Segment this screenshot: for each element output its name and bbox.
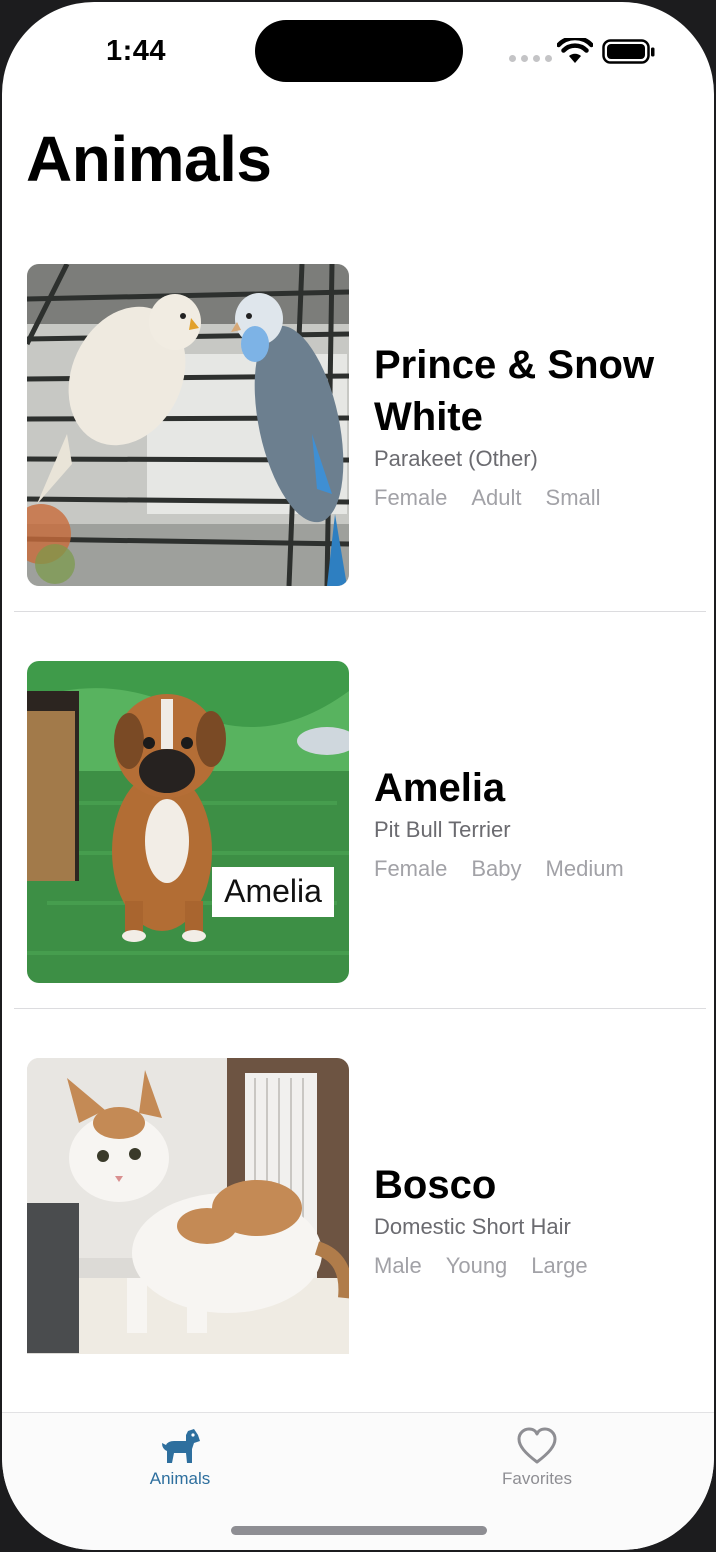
animal-gender: Female [374,856,448,881]
wifi-icon [557,38,593,63]
row-divider [14,611,706,612]
tab-favorites-label: Favorites [502,1469,572,1488]
animal-photo: Amelia [27,661,349,983]
animal-list-item[interactable]: Prince & Snow White Parakeet (Other) Fem… [2,262,714,659]
puppy-photo: Amelia [27,661,349,983]
animal-photo [27,264,349,586]
animal-breed: Domestic Short Hair [374,1214,571,1239]
home-indicator[interactable] [231,1526,487,1535]
animal-breed: Parakeet (Other) [374,446,538,471]
battery-icon [602,39,655,64]
animal-name: Prince & Snow White [374,343,655,439]
animal-tags: Female Baby Medium [374,856,694,882]
animal-age: Young [445,1253,508,1278]
animal-list-item[interactable]: Amelia Amelia Pit Bull Terrier Female Ba… [2,659,714,1056]
animal-name: Amelia [374,766,506,810]
animal-info: Prince & Snow White Parakeet (Other) Fem… [374,262,694,588]
cat-photo [27,1058,349,1354]
animal-age: Adult [471,485,522,510]
dog-icon [162,1429,200,1463]
animal-tags: Female Adult Small [374,485,694,511]
animal-tags: Male Young Large [374,1253,694,1279]
animal-gender: Male [374,1253,422,1278]
page-title: Animals [26,123,272,195]
animal-size: Medium [545,856,624,881]
cellular-signal-icon [509,55,552,62]
parakeets-photo [27,264,349,586]
status-time: 1:44 [106,35,167,67]
animal-list-item[interactable]: Bosco Domestic Short Hair Male Young Lar… [2,1056,714,1453]
animal-info: Bosco Domestic Short Hair Male Young Lar… [374,1056,694,1382]
dynamic-island [255,20,463,82]
animal-age: Baby [471,856,522,881]
animal-size: Small [545,485,601,510]
animal-info: Amelia Pit Bull Terrier Female Baby Medi… [374,659,694,985]
animal-size: Large [531,1253,588,1278]
animal-name: Bosco [374,1163,497,1207]
animal-list: Prince & Snow White Parakeet (Other) Fem… [2,262,714,1453]
heart-icon [517,1427,557,1464]
tab-animals-label: Animals [149,1469,211,1488]
animal-breed: Pit Bull Terrier [374,817,511,842]
animal-gender: Female [374,485,448,510]
app-screen: 1:44 Animals Prince & Snow White Parakee… [2,2,714,1550]
photo-name-label: Amelia [224,873,322,909]
tab-animals[interactable]: Animals [100,1427,260,1489]
tab-favorites[interactable]: Favorites [457,1427,617,1489]
row-divider [14,1008,706,1009]
animal-photo [27,1058,349,1354]
